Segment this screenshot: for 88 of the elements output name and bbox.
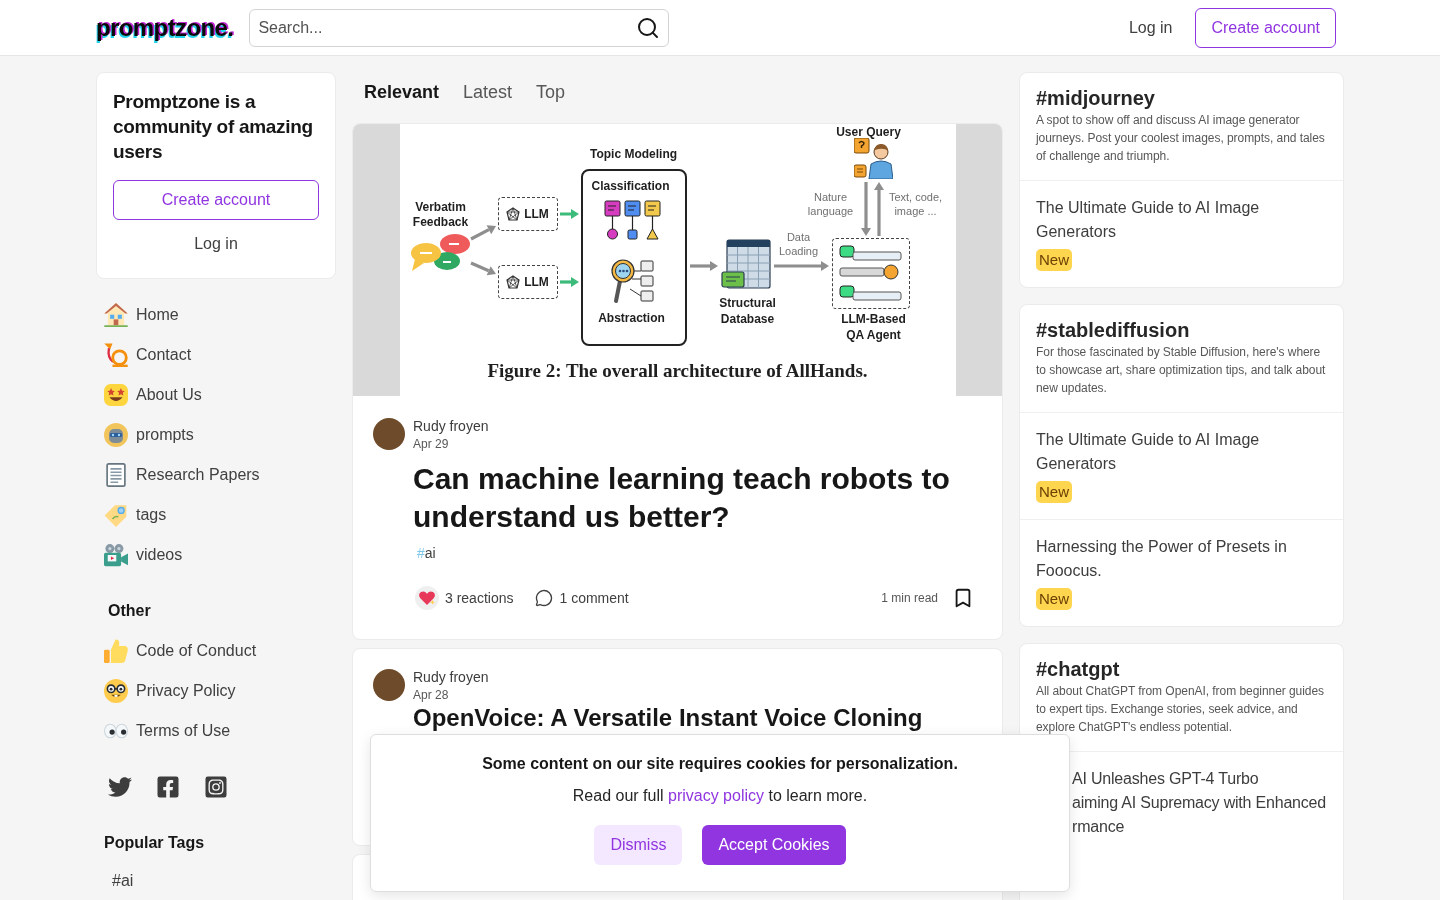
tag-title[interactable]: #stablediffusion bbox=[1036, 319, 1190, 341]
nav-link[interactable]: Home bbox=[96, 295, 336, 335]
robot-face-icon bbox=[104, 423, 128, 447]
diagram-label: LLM bbox=[524, 206, 549, 222]
thumbs-up-icon bbox=[104, 639, 128, 663]
classification-icon bbox=[603, 200, 662, 240]
cookie-message: Some content on our site requires cookies for personalization. bbox=[482, 754, 958, 774]
avatar bbox=[373, 669, 405, 701]
person-with-question-icon bbox=[853, 138, 893, 179]
section-heading: Popular Tags bbox=[103, 833, 206, 853]
diagram-label: Structural Database bbox=[718, 295, 777, 327]
tag-title[interactable]: #midjourney bbox=[1036, 87, 1155, 109]
new-badge: New bbox=[1036, 588, 1072, 610]
tag-link[interactable]: #ai bbox=[413, 543, 440, 563]
feed-tab[interactable]: Relevant bbox=[352, 72, 452, 112]
glasses-face-icon bbox=[104, 679, 128, 703]
promo-heading: Promptzone is a community of amazing users bbox=[113, 90, 314, 164]
movie-camera-icon bbox=[104, 543, 128, 567]
feed-tab[interactable]: Latest bbox=[451, 72, 525, 112]
house-icon bbox=[104, 303, 128, 327]
postal-horn-icon bbox=[104, 343, 128, 367]
article-link[interactable]: Harnessing the Power of Presets in Fooocus. bbox=[1036, 535, 1331, 583]
twitter-icon[interactable] bbox=[108, 775, 132, 799]
reactions-button[interactable]: 3 reactions bbox=[407, 582, 522, 614]
login-button[interactable]: Log in bbox=[113, 224, 319, 264]
search-field[interactable]: Search... bbox=[249, 8, 670, 47]
section-heading: Other bbox=[107, 601, 152, 621]
figure-caption: Figure 2: The overall architecture of AllHands. bbox=[487, 359, 868, 383]
post-date: Apr 29 bbox=[413, 436, 449, 452]
new-badge: New bbox=[1036, 249, 1072, 271]
diagram-label: Data Loading bbox=[777, 230, 820, 258]
chat-rows-icon bbox=[838, 244, 903, 303]
diagram-label: LLM bbox=[524, 274, 549, 290]
create-account-button[interactable]: Create account bbox=[1195, 7, 1336, 48]
author-name[interactable]: Rudy froyen bbox=[413, 416, 489, 436]
speech-bubbles-icon bbox=[409, 233, 471, 273]
post-title[interactable]: OpenVoice: A Versatile Instant Voice Cloning bbox=[413, 703, 923, 733]
post-title[interactable]: Can machine learning teach robots to understand us better? bbox=[413, 460, 982, 536]
tag-description: For those fascinated by Stable Diffusion, here's where to showcase art, share optimization tips, and talk about new updates. bbox=[1036, 344, 1327, 397]
nav-link[interactable]: Contact bbox=[96, 335, 336, 375]
article-link[interactable]: The Ultimate Guide to AI Image Generators bbox=[1036, 196, 1331, 244]
tag-title[interactable]: #chatgpt bbox=[1036, 658, 1120, 680]
login-button[interactable]: Log in bbox=[1113, 7, 1188, 48]
search-icon[interactable] bbox=[636, 15, 661, 40]
post-date: Apr 28 bbox=[413, 687, 449, 703]
feed-tab[interactable]: Top bbox=[524, 72, 578, 112]
avatar bbox=[373, 418, 405, 450]
diagram-label: Verbatim Feedback bbox=[411, 200, 470, 230]
diagram-label: LLM-Based QA Agent bbox=[840, 311, 907, 343]
article-link[interactable]: The Ultimate Guide to AI Image Generators bbox=[1036, 428, 1331, 476]
new-badge: New bbox=[1036, 481, 1072, 503]
tag-description: All about ChatGPT from OpenAI, from beginner guides to expert tips. Exchange stories, seek advice, and explore ChatGPT's endless potential. bbox=[1036, 683, 1326, 736]
nav-link[interactable]: Research Papers bbox=[96, 455, 336, 495]
nav-link[interactable]: prompts bbox=[96, 415, 336, 455]
create-account-button[interactable]: Create account bbox=[113, 180, 319, 220]
author-name[interactable]: Rudy froyen bbox=[413, 667, 489, 687]
comment-icon bbox=[535, 589, 554, 607]
nav-link[interactable]: Code of Conduct bbox=[96, 631, 336, 671]
article-link[interactable]: AI Unleashes GPT-4 Turbo aiming AI Supremacy with Enhanced rmance bbox=[1072, 767, 1326, 839]
diagram-label: Topic Modeling bbox=[589, 147, 678, 162]
facebook-icon[interactable] bbox=[156, 775, 180, 799]
dismiss-button[interactable]: Dismiss bbox=[594, 825, 683, 865]
comments-button[interactable]: 1 comment bbox=[527, 584, 637, 612]
nav-link[interactable]: tags bbox=[96, 495, 336, 535]
diagram-label: User Query bbox=[836, 125, 901, 140]
tag-link[interactable]: #ai bbox=[96, 863, 150, 899]
cookie-note: Read our full privacy policy to learn more. bbox=[572, 786, 868, 806]
diagram-label: Nature language bbox=[806, 190, 855, 218]
accept-cookies-button[interactable]: Accept Cookies bbox=[702, 825, 846, 865]
tag-description: A spot to show off and discuss AI image generator journeys. Post your coolest images, prompts, and tales of challenge and triumph. bbox=[1036, 112, 1326, 165]
nav-link[interactable]: About Us bbox=[96, 375, 336, 415]
network-icon bbox=[506, 275, 521, 289]
instagram-icon[interactable] bbox=[204, 775, 228, 799]
diagram-label: Abstraction bbox=[598, 311, 665, 326]
nav-link[interactable]: videos bbox=[96, 535, 336, 575]
privacy-policy-link[interactable]: privacy policy bbox=[668, 787, 764, 804]
nav-link[interactable]: Terms of Use bbox=[96, 711, 336, 751]
document-icon bbox=[104, 463, 128, 487]
database-table-icon bbox=[720, 239, 771, 291]
tag-icon bbox=[104, 503, 128, 527]
read-time: 1 min read bbox=[881, 590, 938, 606]
diagram-label: Classification bbox=[591, 179, 670, 194]
star-eyes-face-icon bbox=[104, 383, 128, 407]
logo[interactable]: promptzone. bbox=[96, 13, 234, 42]
nav-link[interactable]: Privacy Policy bbox=[96, 671, 336, 711]
diagram-label: Text, code, image ... bbox=[887, 190, 944, 218]
magnifier-icon bbox=[609, 259, 654, 304]
network-icon bbox=[506, 207, 521, 221]
